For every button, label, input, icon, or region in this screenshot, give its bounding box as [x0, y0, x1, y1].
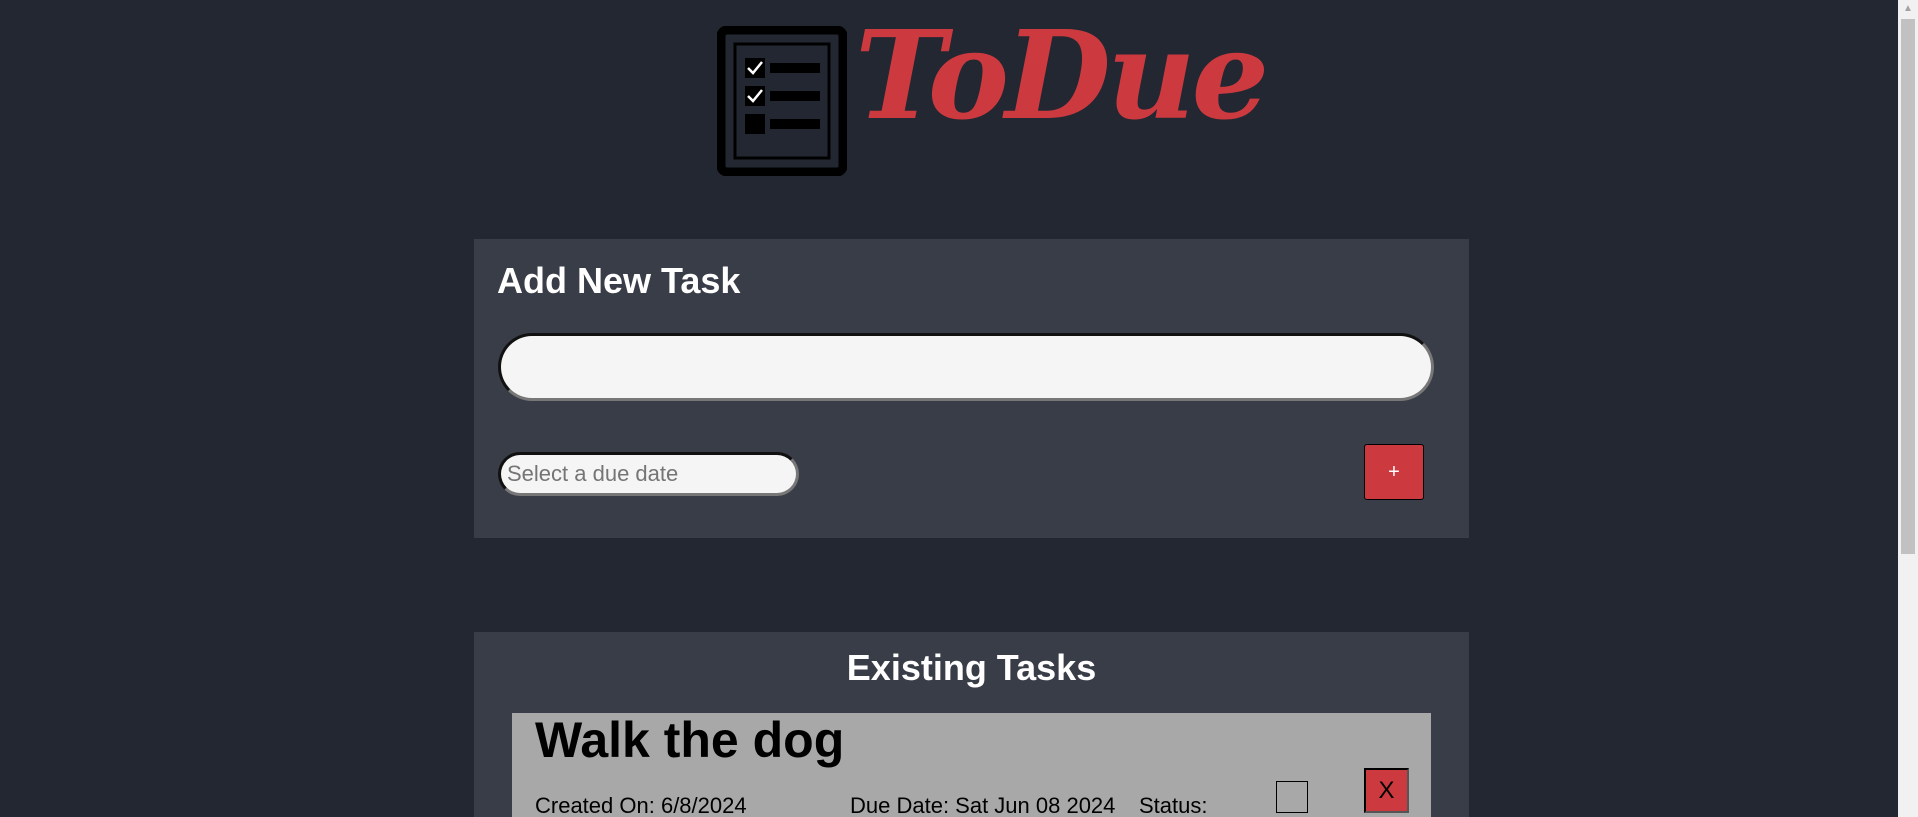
checklist-icon — [717, 26, 847, 176]
app-page: ToDue Add New Task + Existing Tasks Walk… — [0, 0, 1898, 817]
scrollbar-thumb[interactable] — [1901, 19, 1915, 554]
add-task-panel: Add New Task + — [474, 239, 1469, 538]
app-logo: ToDue — [717, 14, 1269, 176]
due-date-input[interactable] — [498, 452, 799, 496]
task-name-input[interactable] — [498, 333, 1434, 401]
task-due-date: Due Date: Sat Jun 08 2024 — [850, 793, 1116, 817]
existing-tasks-panel: Existing Tasks Walk the dog Created On: … — [474, 632, 1469, 817]
add-task-heading: Add New Task — [497, 260, 741, 301]
task-status-checkbox[interactable] — [1276, 781, 1308, 813]
task-card: Walk the dog Created On: 6/8/2024 Due Da… — [512, 713, 1431, 817]
delete-task-button[interactable]: X — [1364, 768, 1409, 813]
logo-text: ToDue — [855, 3, 1269, 147]
vertical-scrollbar[interactable]: ▲ — [1898, 0, 1918, 817]
task-title: Walk the dog — [535, 712, 845, 768]
existing-tasks-heading: Existing Tasks — [846, 647, 1097, 688]
task-created-date: Created On: 6/8/2024 — [535, 793, 747, 817]
scroll-up-arrow-icon[interactable]: ▲ — [1898, 0, 1918, 17]
task-status-label: Status: — [1139, 793, 1208, 817]
add-task-button[interactable]: + — [1364, 444, 1424, 500]
